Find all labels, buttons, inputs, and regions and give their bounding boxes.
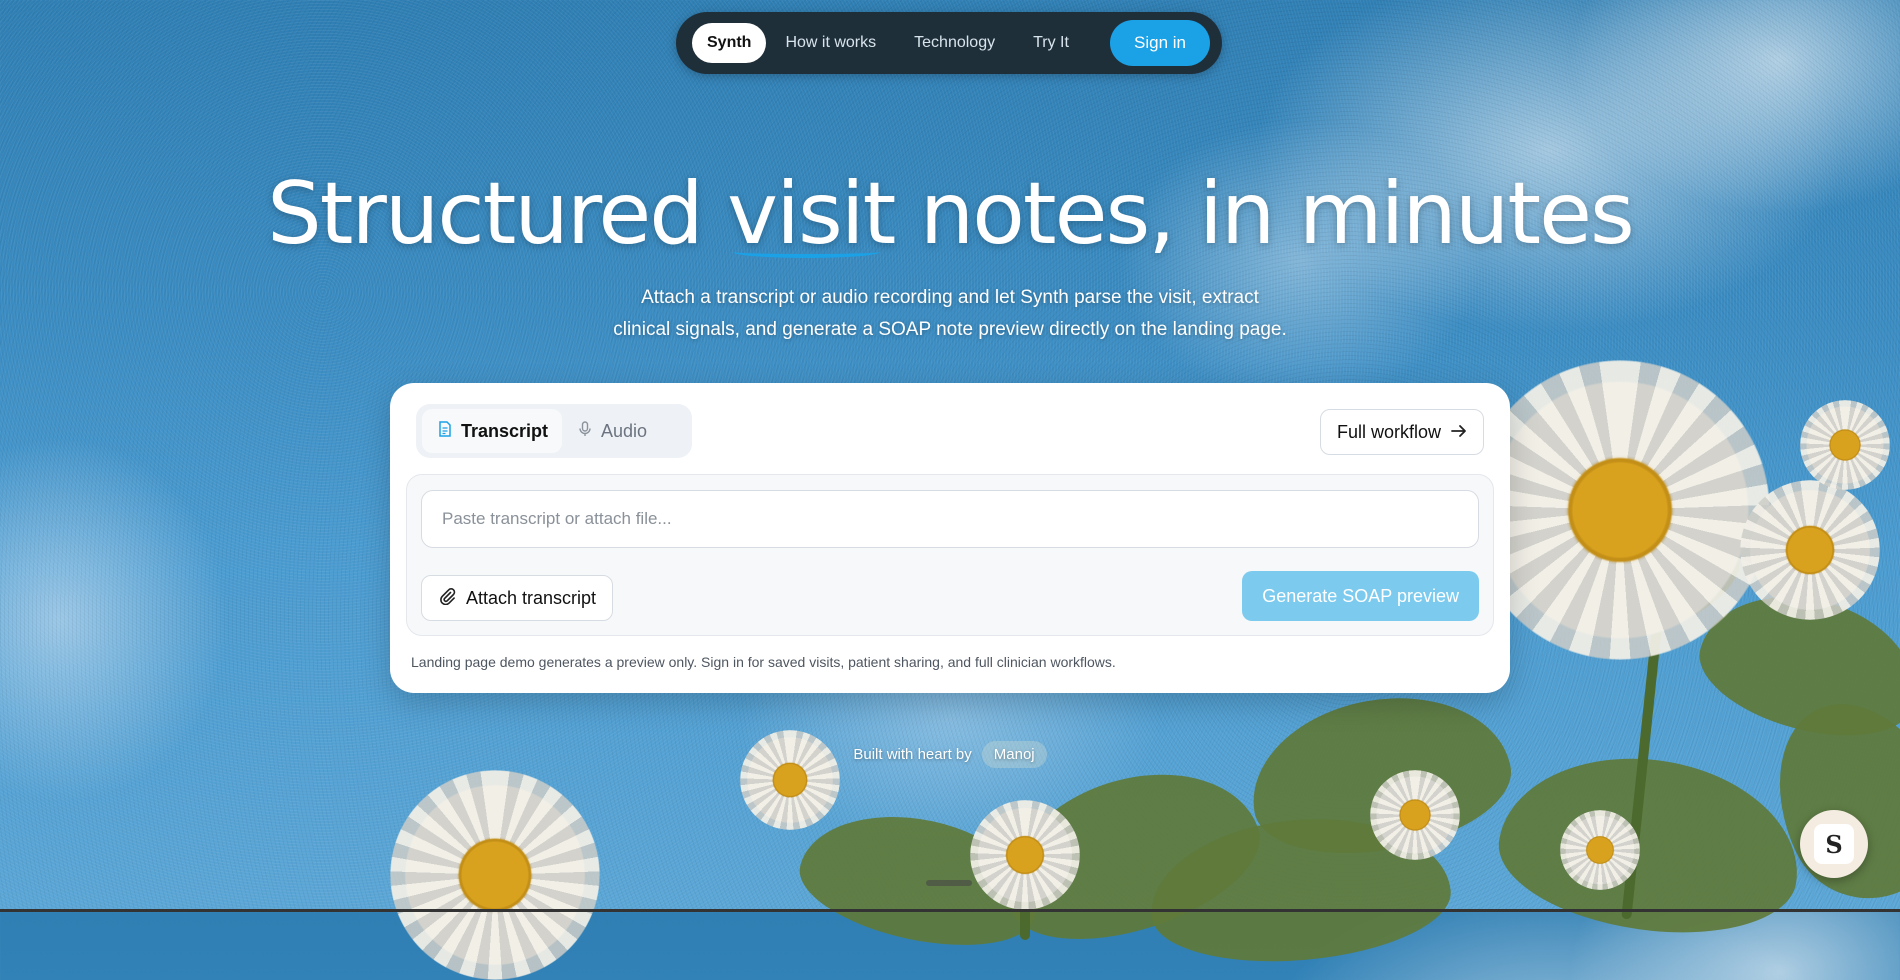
attach-transcript-button[interactable]: Attach transcript xyxy=(421,575,614,621)
microphone-icon xyxy=(578,420,592,442)
full-workflow-button[interactable]: Full workflow xyxy=(1319,409,1484,455)
full-workflow-label: Full workflow xyxy=(1336,421,1441,442)
subtitle-line-1: Attach a transcript or audio recording a… xyxy=(641,287,1259,308)
attach-transcript-label: Attach transcript xyxy=(466,587,597,608)
synth-logo: S xyxy=(1814,824,1854,864)
sign-in-button[interactable]: Sign in xyxy=(1110,20,1210,66)
title-highlight: visit xyxy=(727,164,896,264)
page-title: Structured visit notes, in minutes xyxy=(0,164,1900,264)
credit-text: Built with heart by xyxy=(853,746,972,763)
footer-credit: Built with heart by Manoj xyxy=(0,741,1900,768)
nav-link-try-it[interactable]: Try It xyxy=(1014,23,1088,63)
tab-audio-label: Audio xyxy=(601,420,648,441)
transcript-input[interactable] xyxy=(421,490,1479,548)
transcript-panel: Attach transcript Generate SOAP preview xyxy=(406,474,1494,636)
nav-link-how-it-works[interactable]: How it works xyxy=(766,23,895,63)
nav-link-technology[interactable]: Technology xyxy=(895,23,1014,63)
input-mode-tabs: Transcript Audio xyxy=(416,404,692,458)
generate-soap-preview-button[interactable]: Generate SOAP preview xyxy=(1242,571,1479,621)
document-icon xyxy=(438,420,452,442)
paperclip-icon xyxy=(438,587,456,610)
scroll-handle[interactable] xyxy=(926,880,972,886)
arrow-right-icon xyxy=(1451,422,1467,443)
title-part-1: Structured xyxy=(267,164,704,264)
hero-subtitle: Attach a transcript or audio recording a… xyxy=(550,282,1350,346)
tab-transcript[interactable]: Transcript xyxy=(422,409,563,453)
title-part-2: notes, in minutes xyxy=(919,164,1635,264)
top-nav: Synth How it works Technology Try It Sig… xyxy=(676,12,1222,74)
demo-disclaimer: Landing page demo generates a preview on… xyxy=(411,654,1116,670)
demo-card: Transcript Audio Full workflow Attach tr… xyxy=(390,383,1510,693)
brand-link[interactable]: Synth xyxy=(692,23,767,63)
tab-audio[interactable]: Audio xyxy=(562,409,661,453)
synth-assistant-button[interactable]: S xyxy=(1800,810,1868,878)
author-link[interactable]: Manoj xyxy=(981,741,1047,768)
tab-transcript-label: Transcript xyxy=(461,420,549,441)
subtitle-line-2: clinical signals, and generate a SOAP no… xyxy=(613,319,1287,340)
